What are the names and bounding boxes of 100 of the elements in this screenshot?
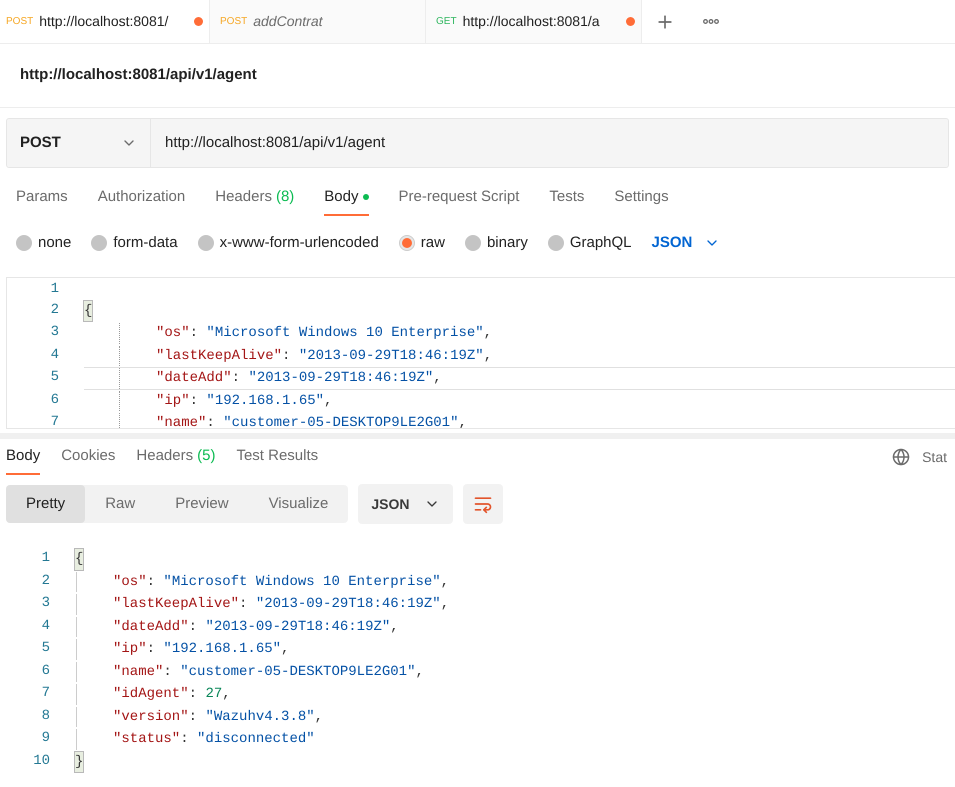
view-mode-tab[interactable]: Visualize [248,485,348,523]
view-mode-tab[interactable]: Preview [155,485,249,523]
code-token: "Microsoft Windows 10 Enterprise" [163,572,441,592]
code-token: : [188,708,198,726]
body-type-radio[interactable]: none [16,232,72,254]
code-token: "name" [113,662,164,682]
code-token: , [440,595,450,614]
code-token: : [146,640,156,659]
section-tab[interactable]: Tests [549,180,584,216]
line-number: 4 [50,346,59,364]
code-token: , [222,685,231,704]
section-tab[interactable]: Body [6,439,40,475]
code-token: "dateAdd" [113,618,189,636]
line-number: 2 [40,572,50,590]
line-number: 6 [40,662,50,680]
line-number: 2 [50,300,59,320]
code-token: "2013-09-29T18:46:19Z" [256,595,441,614]
section-tab[interactable]: Params [16,180,68,216]
request-title: http://localhost:8081/api/v1/agent [20,65,257,86]
code-token: "idAgent" [113,685,189,704]
code-token: , [415,662,424,682]
line-number: 7 [50,413,59,428]
body-type-radio[interactable]: x-www-form-urlencoded [198,232,379,254]
body-format-select[interactable]: JSON [652,232,720,254]
code-token: , [433,369,442,388]
view-mode-tab[interactable]: Raw [85,485,156,523]
status-label: Stat [922,448,947,466]
code-token: "customer-05-DESKTOP9LE2G01" [223,414,458,428]
code-token: "192.168.1.65" [163,640,282,659]
code-token: , [390,618,399,636]
code-token: "lastKeepAlive" [113,595,240,614]
code-token: "version" [113,708,189,726]
code-token: "ip" [156,392,190,410]
line-number: 9 [40,729,50,748]
tab-title: http://localhost:8081/a [462,12,600,31]
line-number: 1 [50,280,59,299]
wrap-lines-button[interactable] [463,484,504,524]
code-token: "Wazuhv4.3.8" [205,708,315,726]
section-tab[interactable]: Cookies [61,439,116,475]
section-tab[interactable]: Authorization [98,180,186,216]
bracket: { [84,300,92,321]
code-token: : [232,369,242,388]
body-type-radio[interactable]: raw [398,232,445,254]
code-token: , [314,708,324,726]
code-token: : [163,662,173,682]
code-token: : [190,324,200,343]
code-token: "192.168.1.65" [206,392,324,410]
request-tab[interactable]: GET http://localhost:8081/a [426,0,642,44]
line-number: 1 [40,549,50,568]
code-token: "disconnected" [197,730,315,749]
method-label: POST [220,15,248,29]
code-token: : [188,685,198,704]
section-tab[interactable]: Body [324,180,368,216]
line-number: 4 [40,616,50,636]
code-token: "os" [113,572,147,592]
code-token: : [190,392,200,410]
view-mode-tab[interactable]: Pretty [6,485,86,523]
response-format-select[interactable]: JSON [358,484,454,524]
code-token: , [324,392,332,410]
code-token: , [484,324,492,343]
line-number: 5 [50,368,59,387]
line-number: 3 [40,594,50,613]
code-token: , [281,640,290,659]
code-token: 27 [205,685,222,704]
line-number: 6 [50,390,59,410]
code-token: : [188,618,198,636]
code-token: "customer-05-DESKTOP9LE2G01" [180,662,416,682]
tab-title: http://localhost:8081/ [39,12,168,31]
line-number: 10 [32,752,50,770]
code-token: "2013-09-29T18:46:19Z" [248,369,434,388]
request-tab[interactable]: POST addContrat [210,0,426,44]
code-token: "os" [156,324,190,343]
code-token: : [239,595,248,614]
tab-title: addContrat [253,12,323,31]
code-token: , [484,346,492,366]
body-type-radio[interactable]: GraphQL [548,232,632,254]
code-token: "2013-09-29T18:46:19Z" [205,618,390,636]
bracket: { [75,549,84,570]
section-tab[interactable]: Test Results [236,439,318,475]
bracket: } [75,752,84,772]
section-tab[interactable]: Headers (5) [136,439,216,475]
code-token: "2013-09-29T18:46:19Z" [298,346,484,366]
code-token: : [180,730,190,749]
code-token: "dateAdd" [156,369,232,388]
code-token: "Microsoft Windows 10 Enterprise" [206,324,484,343]
body-type-radio[interactable]: binary [464,232,528,254]
method-label: GET [436,15,457,29]
method-label: POST [6,15,34,29]
line-number: 5 [40,639,50,658]
section-tab[interactable]: Headers (8) [215,180,294,216]
globe-icon[interactable] [892,448,910,466]
code-token: , [440,572,450,592]
code-token: "name" [156,414,206,428]
code-token: "lastKeepAlive" [156,346,282,366]
line-number: 8 [40,706,50,726]
section-tab[interactable]: Settings [614,180,669,216]
section-tab[interactable]: Pre-request Script [398,180,520,216]
code-token: "status" [113,730,180,749]
code-token: : [282,346,292,366]
body-type-radio[interactable]: form-data [91,232,178,254]
